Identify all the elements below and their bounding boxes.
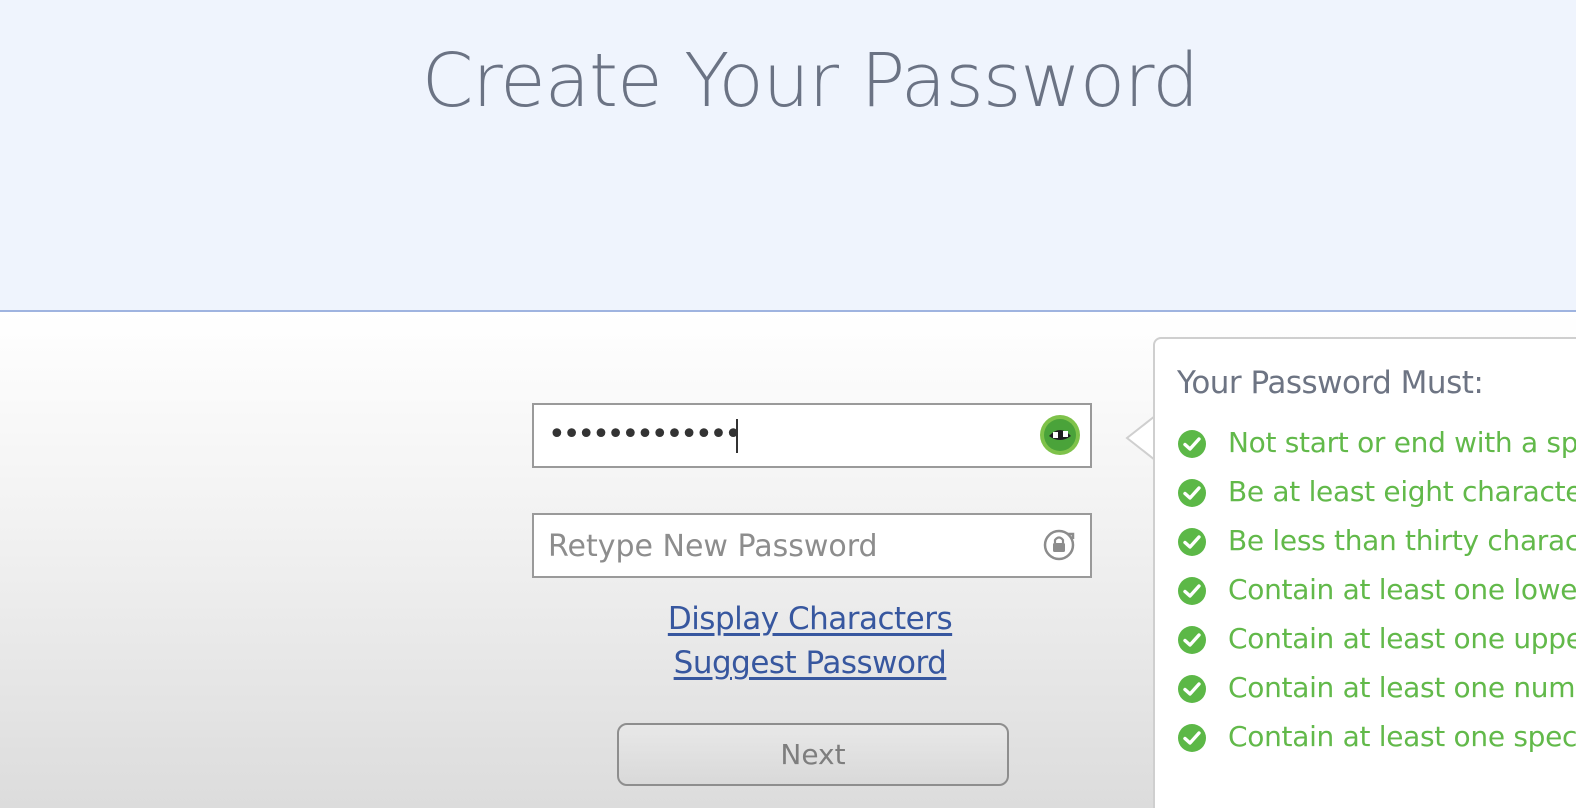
check-circle-icon [1178,577,1206,605]
password-manager-key-icon[interactable] [1039,414,1081,456]
check-circle-icon [1178,724,1206,752]
requirement-label: Contain at least one uppercase letter [1228,622,1576,655]
retype-password-placeholder: Retype New Password [548,529,878,564]
check-circle-icon [1178,626,1206,654]
page-title: Create Your Password [421,38,1200,124]
password-masked-value: ••••••••••••• [548,417,742,452]
requirements-title: Your Password Must: [1177,365,1484,401]
check-circle-icon [1178,528,1206,556]
password-requirements-popover: Your Password Must: Not start or end wit… [1153,337,1576,808]
retype-password-input[interactable]: Retype New Password [532,513,1092,578]
requirement-label: Be less than thirty characters [1228,524,1576,557]
next-button[interactable]: Next [617,723,1009,786]
lock-refresh-icon[interactable] [1042,528,1076,562]
check-circle-icon [1178,675,1206,703]
display-characters-link[interactable]: Display Characters [560,601,1060,637]
check-circle-icon [1178,479,1206,507]
requirement-label: Contain at least one special character [1228,720,1576,753]
requirement-label: Be at least eight characters long [1228,475,1576,508]
suggest-password-link[interactable]: Suggest Password [560,645,1060,681]
check-circle-icon [1178,430,1206,458]
new-password-input[interactable]: ••••••••••••• [532,403,1092,468]
page-header: Create Your Password [0,0,1576,312]
requirement-label: Contain at least one number [1228,671,1576,704]
text-cursor [736,419,738,453]
requirement-label: Not start or end with a space [1228,426,1576,459]
requirement-label: Contain at least one lowercase letter [1228,573,1576,606]
